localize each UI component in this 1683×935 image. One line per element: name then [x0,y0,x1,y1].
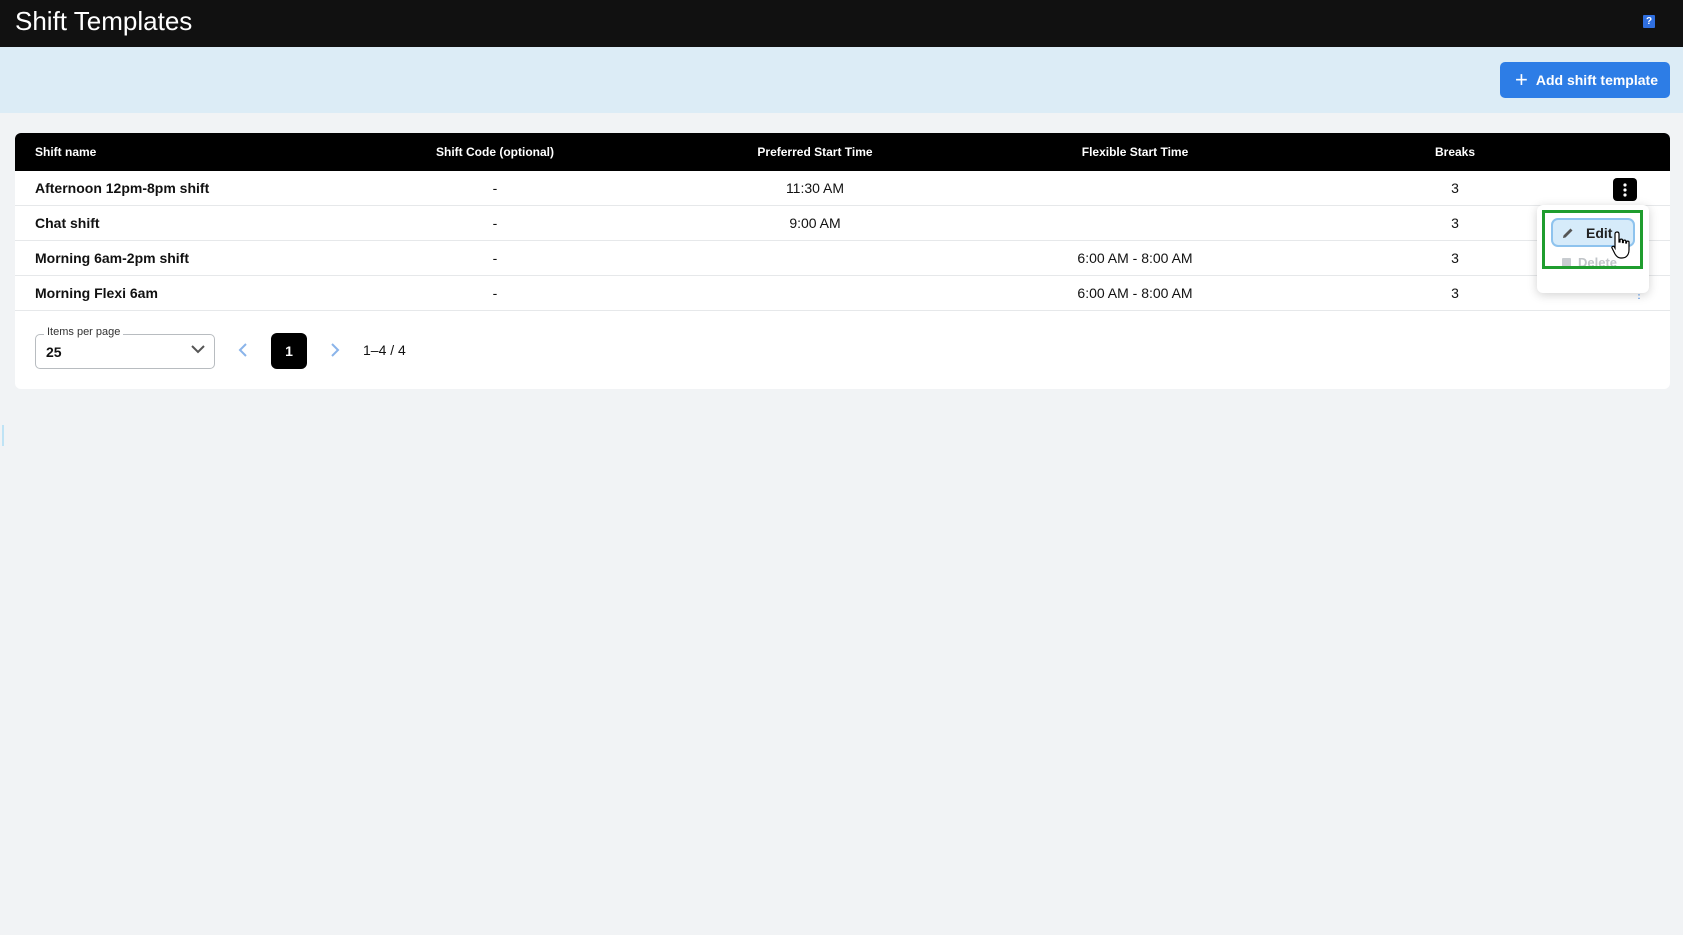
shift-name: Afternoon 12pm-8pm shift [35,180,210,196]
shift-code: - [492,180,498,196]
top-bar: Shift Templates ? [0,0,1683,47]
hand-cursor-icon [1611,231,1630,259]
table-header: Shift name Shift Code (optional) Preferr… [15,133,1670,171]
items-per-page-select[interactable]: Items per page 25 [35,326,215,369]
row-actions-button[interactable] [1613,178,1637,201]
breaks-count: 3 [1451,285,1459,301]
shift-code: - [492,285,498,301]
page-button-1[interactable]: 1 [271,333,307,369]
help-icon[interactable]: ? [1643,15,1655,28]
preferred-start-time: 9:00 AM [789,215,841,231]
breaks-count: 3 [1451,250,1459,266]
preferred-start-time: 11:30 AM [785,180,845,196]
items-per-page-value: 25 [46,344,62,360]
shift-code: - [492,250,498,266]
flexible-start-time: 6:00 AM - 8:00 AM [1077,250,1193,266]
breaks-count: 3 [1451,215,1459,231]
column-header-breaks[interactable]: Breaks [1435,145,1475,159]
shift-name: Chat shift [35,215,100,231]
plus-icon: + [1515,67,1528,92]
page-title: Shift Templates [15,6,193,36]
add-shift-template-label: Add shift template [1535,72,1658,88]
pagination-range: 1–4 / 4 [363,342,406,358]
shift-name: Morning 6am-2pm shift [35,250,190,266]
flexible-start-time: 6:00 AM - 8:00 AM [1077,285,1193,301]
table-row[interactable]: Morning 6am-2pm shift - 6:00 AM - 8:00 A… [15,241,1670,276]
items-per-page-label: Items per page [44,326,124,338]
table-row[interactable]: Afternoon 12pm-8pm shift - 11:30 AM 3 [15,171,1670,206]
column-header-preferred-start[interactable]: Preferred Start Time [757,145,872,159]
chevron-down-icon [191,345,205,354]
action-bar [0,47,1683,113]
chevron-right-icon[interactable] [328,341,342,359]
shift-code: - [492,215,498,231]
table-row[interactable]: Morning Flexi 6am - 6:00 AM - 8:00 AM 3 [15,276,1670,311]
column-header-shift-name[interactable]: Shift name [35,145,96,159]
column-header-shift-code[interactable]: Shift Code (optional) [436,145,554,159]
table-row[interactable]: Chat shift - 9:00 AM 3 [15,206,1670,241]
column-header-flexible-start[interactable]: Flexible Start Time [1082,145,1188,159]
shift-templates-table: Shift name Shift Code (optional) Preferr… [15,133,1670,389]
add-shift-template-button[interactable]: + Add shift template [1500,62,1670,98]
edge-marker [2,425,4,446]
shift-name: Morning Flexi 6am [35,285,158,301]
breaks-count: 3 [1451,180,1459,196]
more-vertical-icon [1623,182,1627,197]
chevron-left-icon[interactable] [236,341,250,359]
